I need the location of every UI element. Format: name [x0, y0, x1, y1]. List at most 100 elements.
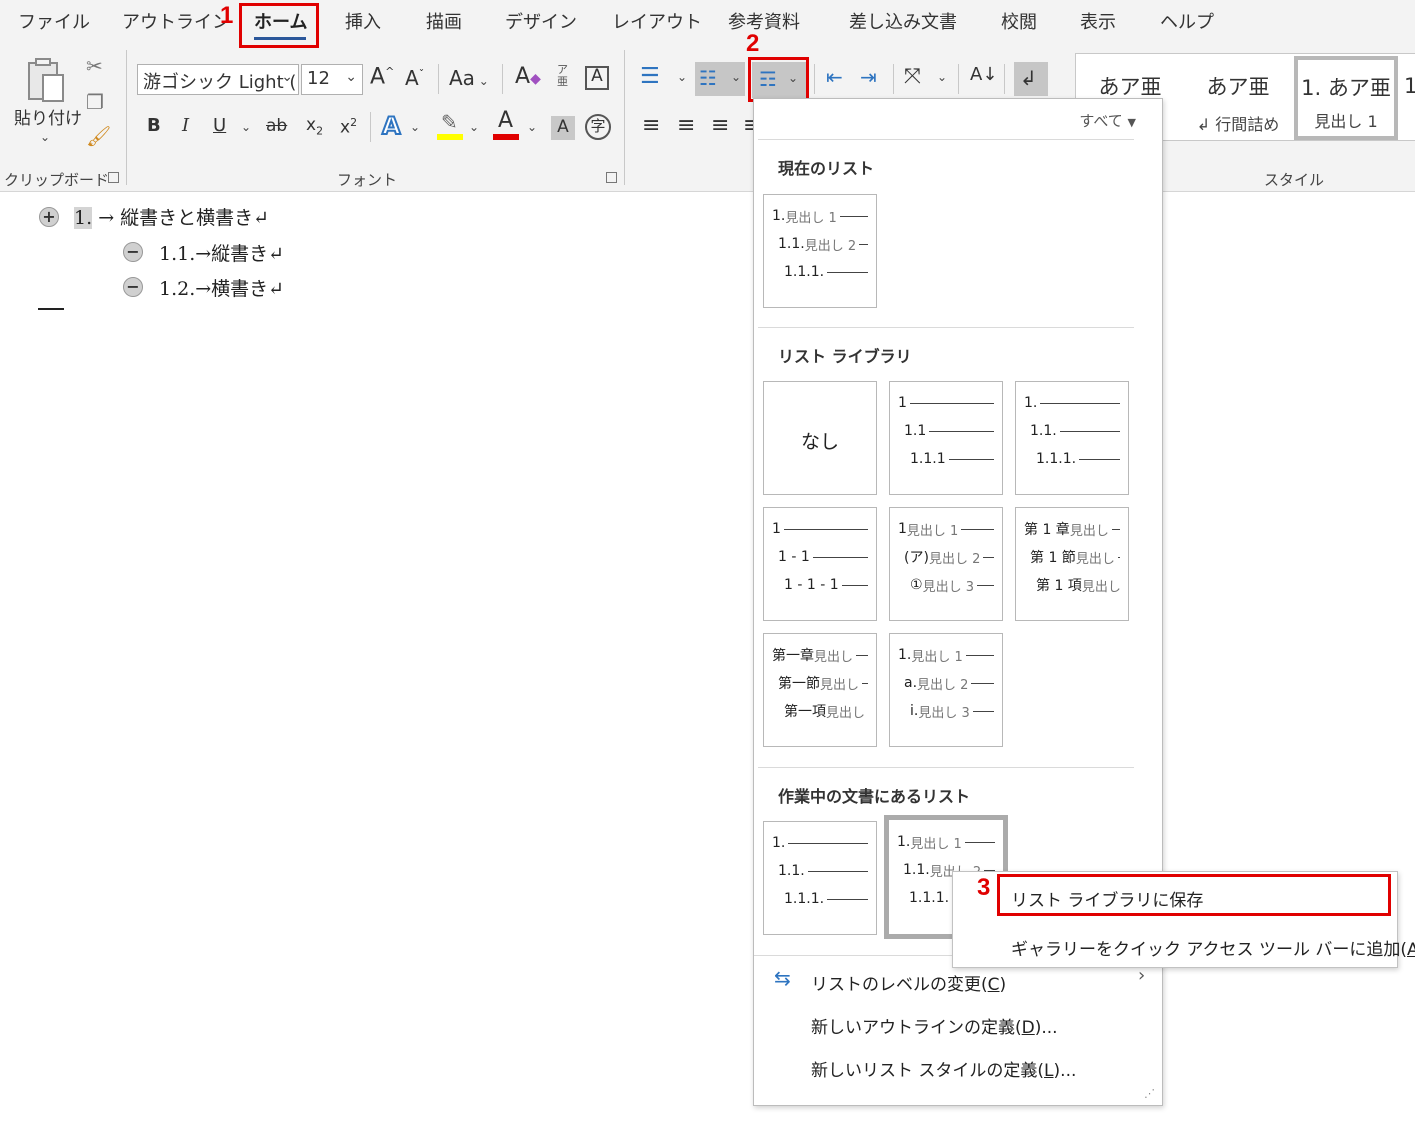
list-preview-row: 1	[772, 519, 868, 539]
separator	[893, 64, 894, 94]
tab-file[interactable]: ファイル	[18, 8, 90, 34]
list-tile-current[interactable]: 1. 見出し 1 1.1. 見出し 2 1.1.1.	[763, 194, 877, 308]
font-size-combo[interactable]: 12 ⌄	[301, 64, 363, 95]
style-no-spacing[interactable]: あア亜 ↲ 行間詰め	[1186, 56, 1290, 136]
list-tile-library[interactable]: 1 1 - 1 1 - 1 - 1	[763, 507, 877, 621]
show-marks-button[interactable]: ↲	[1014, 62, 1048, 96]
chevron-down-icon[interactable]: ⌄	[677, 70, 687, 84]
clipboard-launcher-icon[interactable]	[108, 172, 119, 183]
subscript-icon[interactable]: x2	[306, 116, 323, 136]
increase-indent-icon[interactable]: ⇥	[860, 67, 877, 87]
clear-formatting-icon[interactable]: A◆	[515, 66, 541, 88]
phonetic-guide-icon[interactable]: ア亜	[557, 64, 568, 88]
cut-icon[interactable]: ✂	[86, 56, 103, 76]
collapse-icon[interactable]: −	[123, 277, 143, 297]
list-tile-library[interactable]: 1. 見出し 1 a. 見出し 2 i. 見出し 3	[889, 633, 1003, 747]
define-new-list-style-item[interactable]: 新しいリスト スタイルの定義(L)...	[811, 1056, 1076, 1081]
list-tile-library[interactable]: 第 1 章見出し第 1 節見出し第 1 項見出し	[1015, 507, 1129, 621]
tab-help[interactable]: ヘルプ	[1160, 8, 1214, 34]
list-tile-library[interactable]: 1. 1.1. 1.1.1.	[1015, 381, 1129, 495]
character-shading-icon[interactable]: A	[551, 116, 575, 140]
strikethrough-icon[interactable]: ab	[266, 118, 287, 135]
preview-line	[961, 528, 994, 530]
list-library-header: リスト ライブラリ	[778, 347, 912, 366]
chevron-down-icon[interactable]: ⌄	[410, 120, 420, 134]
change-case-icon[interactable]: Aa ⌄	[449, 68, 489, 88]
resize-grip-icon[interactable]: ⋰	[1144, 1087, 1155, 1100]
highlight-icon[interactable]: ✎	[437, 112, 463, 140]
chevron-down-icon[interactable]: ⌄	[241, 120, 251, 134]
list-tile-library[interactable]: 1 見出し 1 (ア) 見出し 2 ① 見出し 3	[889, 507, 1003, 621]
copy-icon[interactable]: ❐	[86, 92, 104, 112]
preview-line	[827, 898, 868, 900]
none-label: なし	[800, 431, 839, 453]
enclose-characters-icon[interactable]: 字	[585, 114, 611, 140]
list-number-label: 1.1.	[903, 862, 930, 878]
italic-icon[interactable]: I	[182, 117, 189, 135]
grow-font-icon[interactable]: A^	[370, 66, 394, 88]
chevron-down-icon[interactable]: ⌄	[937, 70, 947, 84]
align-right-icon[interactable]: ≡	[711, 115, 729, 137]
decrease-indent-icon[interactable]: ⇤	[826, 67, 843, 87]
text-direction-icon[interactable]: ⤧	[904, 66, 921, 87]
list-tile-document[interactable]: 1. 1.1. 1.1.1.	[763, 821, 877, 935]
change-list-level-item[interactable]: リストのレベルの変更(C)	[811, 970, 1006, 995]
shrink-font-icon[interactable]: Aˇ	[405, 68, 424, 88]
step-2-highlight	[748, 57, 809, 102]
expand-icon[interactable]: +	[39, 207, 59, 227]
list-preview-row: 1	[898, 393, 994, 413]
heading-style-label: 見出し	[1069, 523, 1109, 539]
bullets-icon[interactable]: ☰	[640, 66, 660, 88]
define-new-outline-item[interactable]: 新しいアウトラインの定義(D)...	[811, 1013, 1058, 1038]
font-launcher-icon[interactable]	[606, 172, 617, 183]
group-separator	[126, 50, 127, 185]
format-painter-icon[interactable]: 🖌	[86, 126, 111, 146]
list-tile-library[interactable]: 1 1.1 1.1.1	[889, 381, 1003, 495]
list-number-label: 1.1.1.	[784, 891, 825, 907]
bold-icon[interactable]: B	[147, 117, 161, 135]
list-tile-none[interactable]: なし	[763, 381, 877, 495]
chevron-down-icon[interactable]: ⌄	[469, 120, 479, 134]
list-preview-row: 1. 見出し 1	[772, 206, 868, 226]
tab-layout[interactable]: レイアウト	[612, 8, 702, 34]
preview-line	[841, 584, 868, 586]
tab-insert[interactable]: 挿入	[345, 8, 381, 34]
submenu-arrow-icon: ›	[1138, 965, 1146, 986]
sort-icon[interactable]: A↓	[970, 66, 997, 84]
numbering-button[interactable]: ☷ ⌄	[695, 62, 745, 96]
text-effects-icon[interactable]: A	[381, 113, 402, 139]
list-number-label: 1.	[897, 834, 911, 850]
character-border-icon[interactable]: A	[585, 66, 609, 90]
list-number-label: 1.1.	[778, 863, 805, 879]
font-name-combo[interactable]: 游ゴシック Light ( ⌄	[137, 64, 299, 95]
list-number-label: 1	[898, 395, 907, 411]
superscript-icon[interactable]: x2	[340, 117, 357, 137]
add-gallery-to-qat-item[interactable]: ギャラリーをクイック アクセス ツール バーに追加(A)	[1011, 935, 1415, 960]
paste-button[interactable]: 貼り付け	[14, 104, 82, 129]
list-number: 1.	[74, 207, 93, 229]
tab-view[interactable]: 表示	[1080, 8, 1116, 34]
collapse-icon[interactable]: −	[123, 242, 143, 262]
tab-outline[interactable]: アウトライン	[122, 8, 230, 34]
style-heading-1[interactable]: 1. あア亜 見出し 1	[1294, 56, 1398, 140]
list-preview-row: 1.1.	[1024, 421, 1120, 441]
tab-draw[interactable]: 描画	[426, 8, 462, 34]
tab-references[interactable]: 参考資料	[728, 8, 800, 34]
paste-dropdown-icon[interactable]: ⌄	[40, 130, 50, 144]
list-tile-library[interactable]: 第一章 見出し 第一節 見出し 第一項 見出し	[763, 633, 877, 747]
chevron-down-icon[interactable]: ⌄	[527, 120, 537, 134]
heading-1-text: → 縦書きと横書き↵	[98, 207, 270, 229]
list-preview-row: 1.1.1.	[772, 889, 868, 909]
chevron-down-icon: ⌄	[281, 69, 293, 85]
align-center-icon[interactable]: ≡	[677, 115, 695, 137]
tab-mailings[interactable]: 差し込み文書	[849, 8, 957, 34]
preview-line	[783, 528, 868, 530]
tab-design[interactable]: デザイン	[505, 8, 577, 34]
style-heading-1-label: 見出し 1	[1314, 112, 1378, 131]
tab-review[interactable]: 校閲	[1001, 8, 1037, 34]
preview-line	[1117, 556, 1120, 558]
align-left-icon[interactable]: ≡	[642, 115, 660, 137]
filter-dropdown[interactable]: すべて ▼	[1079, 110, 1136, 131]
underline-icon[interactable]: U	[213, 117, 226, 135]
font-color-icon[interactable]: A	[493, 110, 519, 140]
